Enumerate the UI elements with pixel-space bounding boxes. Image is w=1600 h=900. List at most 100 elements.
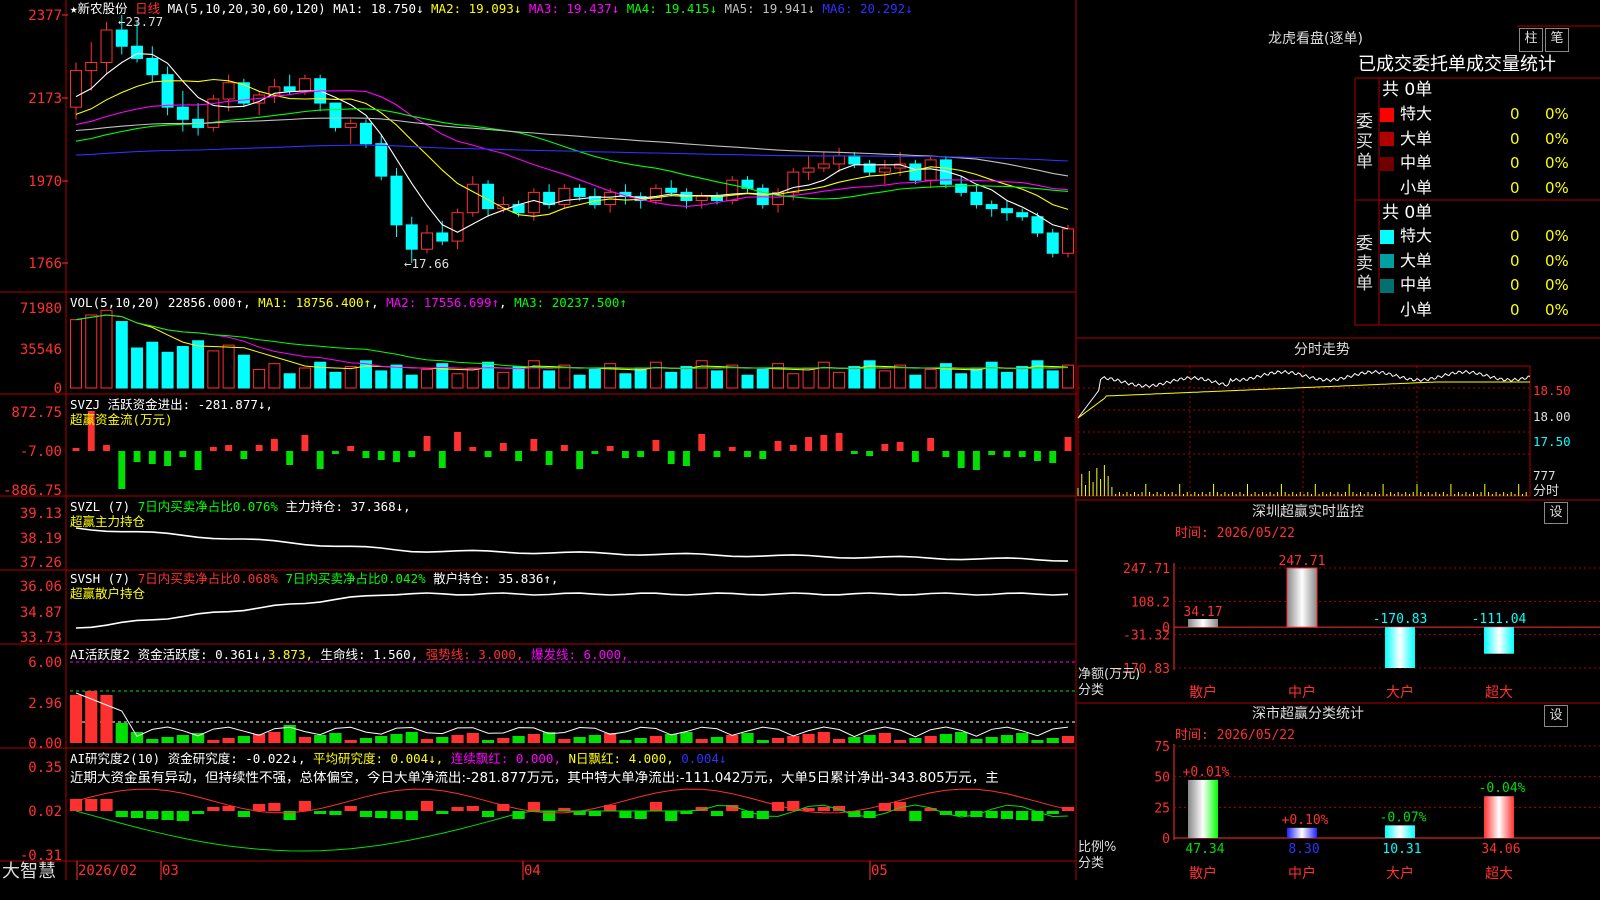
sz-monitor-value-label: -111.04 xyxy=(1472,612,1527,627)
svzj-bar xyxy=(164,451,172,466)
vol-header: VOL(5,10,20) 22856.000↑, MA1: 18756.400↑… xyxy=(70,295,627,310)
candle-body xyxy=(970,191,983,206)
ai1-bar xyxy=(375,736,388,743)
fenshi-axis-1: 18.50 xyxy=(1533,383,1571,398)
volume-axis-label: 35546 xyxy=(20,342,62,358)
candle-body xyxy=(85,61,98,72)
sell-row: 大单 0 0% xyxy=(1380,249,1570,273)
volume-bar xyxy=(527,360,540,389)
candle-body xyxy=(146,57,159,76)
sz-monitor-settings-button[interactable]: 设 xyxy=(1544,502,1568,524)
date-label-apr: 04 xyxy=(524,863,541,879)
candle-body xyxy=(1046,232,1059,254)
ai2-axis-label: 0.35 xyxy=(28,760,62,776)
svzj-bar xyxy=(667,451,675,464)
volume-axis-label: 0 xyxy=(54,381,62,397)
candle-body xyxy=(665,187,678,193)
volume-bar xyxy=(100,309,113,389)
ma-value-3: MA3: 19.437↓ xyxy=(521,1,620,16)
volume-bar xyxy=(878,370,891,389)
tick-mode-button[interactable]: 笔 xyxy=(1545,28,1569,52)
sz-class-change-label: +0.10% xyxy=(1282,813,1329,828)
ai2-axis-label: 0.02 xyxy=(28,804,62,820)
svzl-axis-label: 39.13 xyxy=(20,506,62,522)
ai1-bar xyxy=(1000,735,1014,743)
ai1-bar xyxy=(970,739,983,743)
candle-body xyxy=(161,74,174,108)
svzj-bar xyxy=(866,451,874,456)
high-price-marker: ←23.77 xyxy=(118,14,163,29)
buy-count: 0 xyxy=(1510,154,1520,172)
volume-bar xyxy=(726,364,739,389)
svzj-bar xyxy=(789,445,797,451)
svsh-axis-label: 34.87 xyxy=(20,605,62,621)
sell-row: 小单 0 0% xyxy=(1380,298,1570,322)
ai1-bar xyxy=(894,740,907,743)
svzj-bar xyxy=(713,451,721,457)
candle-body xyxy=(985,204,998,210)
svzl-ratio: 7日内买卖净占比0.076% xyxy=(137,499,278,514)
svzj-bar xyxy=(301,435,309,451)
bar-mode-button[interactable]: 柱 xyxy=(1519,28,1543,52)
ai2-bar xyxy=(85,799,98,811)
svzj-bar xyxy=(1018,451,1026,457)
svzl-header: SVZL (7) 7日内买卖净占比0.076% 主力持仓: 37.368↓, 超… xyxy=(70,499,411,529)
buy-type: 中单 xyxy=(1400,153,1433,172)
sz-class-title: 深市超赢分类统计 xyxy=(1252,706,1364,722)
candle-body xyxy=(695,195,708,201)
sell-swatch xyxy=(1380,254,1394,268)
svzj-bar xyxy=(911,451,919,462)
svzj-bar xyxy=(286,451,294,465)
candle-group xyxy=(70,15,1074,263)
buy-row: 小单 0 0% xyxy=(1380,176,1570,200)
ai1-bar xyxy=(329,733,342,743)
svzj-bar xyxy=(408,451,416,457)
svzj-bar xyxy=(606,446,614,451)
volume-bar xyxy=(85,314,98,389)
sz-class-settings-button[interactable]: 设 xyxy=(1544,705,1568,727)
sell-type: 小单 xyxy=(1400,299,1433,319)
ai2-bar xyxy=(634,811,647,819)
svzj-bar xyxy=(957,451,965,468)
sell-count: 0 xyxy=(1510,227,1520,245)
ai2-bar xyxy=(405,811,418,820)
ai1-life: 生命线: 1.560, xyxy=(313,647,419,662)
ai1-bar xyxy=(512,736,525,743)
ai2-bar xyxy=(344,806,357,811)
price-header: ★新农股份 日线 MA(5,10,20,30,60,120) MA1: 18.7… xyxy=(70,1,913,16)
candle-body xyxy=(527,191,540,214)
volume-bar xyxy=(588,368,601,389)
ai1-burst: 爆发线: 6.000, xyxy=(523,647,629,662)
candle-body xyxy=(70,70,82,108)
candle-body xyxy=(833,155,846,165)
buy-pct: 0% xyxy=(1545,154,1569,172)
ai2-bar xyxy=(710,811,724,816)
svzj-bar xyxy=(698,434,706,451)
ai2-bar xyxy=(451,807,464,811)
volume-bar xyxy=(131,347,144,389)
volume-bar xyxy=(466,367,479,389)
buy-swatch xyxy=(1380,107,1394,122)
sell-pct: 0% xyxy=(1545,276,1569,294)
ma-value-1: MA1: 18.750↓ xyxy=(333,1,424,16)
sz-class-ylabel: 比例% xyxy=(1078,840,1117,855)
candle-body xyxy=(176,106,189,120)
stock-name[interactable]: ★新农股份 xyxy=(70,1,128,16)
price-axis-label: 2173 xyxy=(28,91,62,107)
ai2-bar xyxy=(314,811,327,814)
ai1-line xyxy=(75,692,1069,738)
ai2-bar xyxy=(665,811,678,821)
lhb-stat-title: 已成交委托单成交量统计 xyxy=(1358,54,1556,75)
volume-bar xyxy=(283,373,296,389)
volume-bar xyxy=(649,361,662,389)
svzj-bar xyxy=(316,451,324,469)
period-label[interactable]: 日线 xyxy=(135,1,160,16)
ai1-bar xyxy=(1016,733,1029,743)
sz-monitor-bar-2 xyxy=(1286,567,1318,628)
candle-body xyxy=(329,102,342,128)
candle-body xyxy=(405,224,418,250)
buy-type: 大单 xyxy=(1400,128,1433,148)
svzl-hold: 主力持仓: 37.368↓, xyxy=(277,499,411,514)
sell-row: 中单 0 0% xyxy=(1380,273,1570,297)
fenshi-avg-line xyxy=(1077,381,1530,419)
